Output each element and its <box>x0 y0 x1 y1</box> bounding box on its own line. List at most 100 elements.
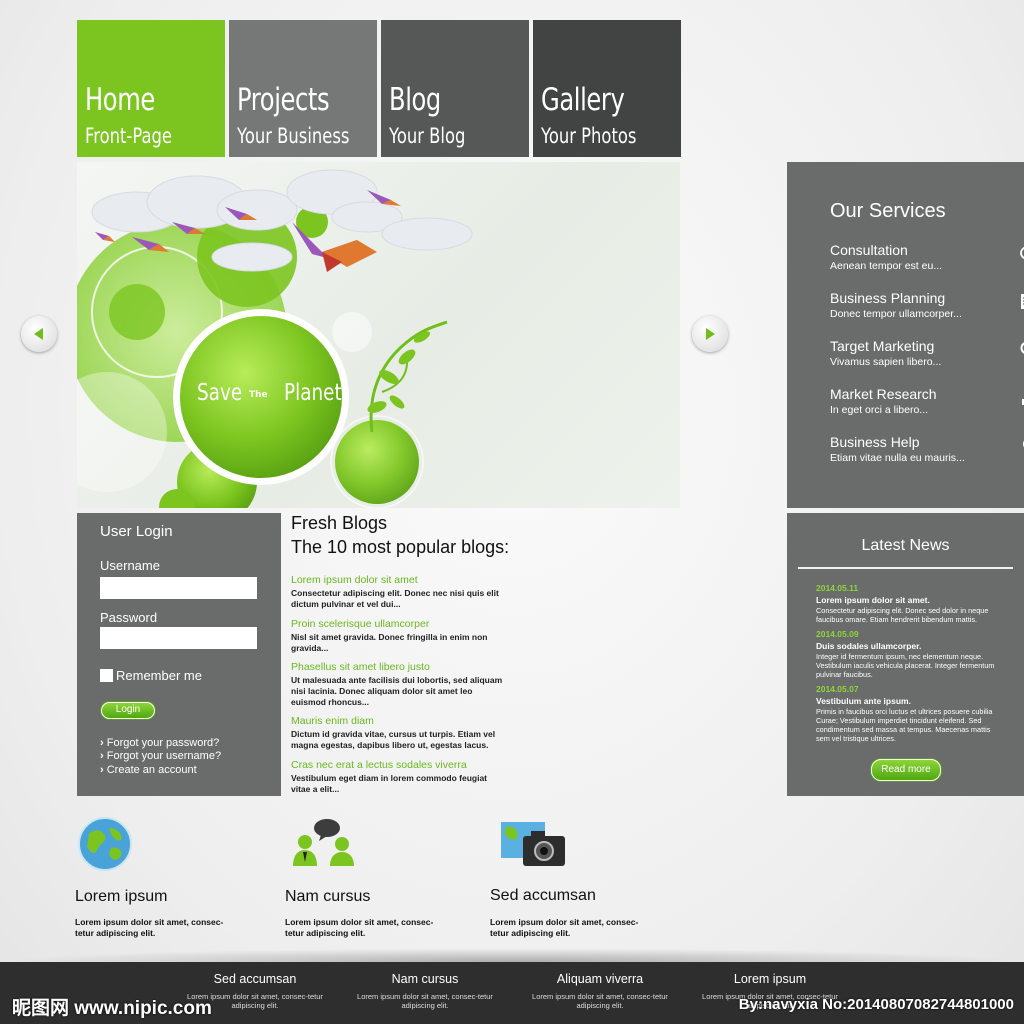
hero-text-planet: Planet <box>284 380 342 406</box>
blog-item-title[interactable]: Lorem ipsum dolor sit amet <box>291 574 506 586</box>
service-name: Market Research <box>830 386 937 402</box>
footer-column-desc: Lorem ipsum dolor sit amet, consec-tetur… <box>532 992 668 1010</box>
blog-item-text: Nisl sit amet gravida. Donec fringilla i… <box>291 632 488 653</box>
watermark-right: By:navyxia No:20140807082744801000 <box>738 996 1014 1013</box>
people-chat-icon <box>293 819 354 866</box>
blog-item-text: Ut malesuada ante facilisis dui lobortis… <box>291 675 503 707</box>
service-desc: Aenean tempor est eu... <box>830 260 943 272</box>
nav-title: Projects <box>237 82 330 118</box>
feature-desc: Lorem ipsum dolor sit amet, consec-tetur… <box>75 917 224 938</box>
watermark-left: 昵图网 www.nipic.com <box>12 998 212 1019</box>
username-label: Username <box>100 558 160 573</box>
blog-item-title[interactable]: Proin scelerisque ullamcorper <box>291 618 506 630</box>
news-text: Primis in faucibus orci luctus et ultric… <box>816 707 993 743</box>
services-title: Our Services <box>830 200 946 222</box>
nav-subtitle: Your Business <box>237 124 350 148</box>
feature-desc: Lorem ipsum dolor sit amet, consec-tetur… <box>285 917 434 938</box>
footer-column-title: Sed accumsan <box>213 972 297 986</box>
service-name: Business Planning <box>830 290 946 306</box>
blog-item-text: Dictum id gravida vitae, cursus ut turpi… <box>291 729 496 750</box>
hero-slogan: Save The Planet <box>190 380 342 420</box>
slider-prev-button[interactable] <box>21 316 57 352</box>
login-button[interactable]: Login <box>101 702 155 719</box>
footer-shadow <box>0 948 1024 962</box>
speech-bubble-icon <box>1020 246 1024 260</box>
hero-text-the: The <box>249 390 268 400</box>
nav-subtitle: Front-Page <box>85 124 173 148</box>
nav-tile-home[interactable]: Home Front-Page <box>77 20 225 157</box>
news-headline: Vestibulum ante ipsum. <box>816 696 911 706</box>
hero-illustration <box>77 169 473 508</box>
read-more-button[interactable]: Read more <box>871 759 941 781</box>
remember-me-label: Remember me <box>116 668 202 683</box>
blog-item: Mauris enim diam Dictum id gravida vitae… <box>291 715 506 751</box>
news-headline: Duis sodales ullamcorper. <box>816 641 922 651</box>
services-panel: Our Services Consultation Aenean tempor … <box>787 162 1024 508</box>
blog-item: Phasellus sit amet libero justo Ut males… <box>291 661 506 708</box>
service-item-target-marketing[interactable]: Target Marketing Vivamus sapien libero..… <box>830 338 1024 378</box>
hero-text-save: Save <box>197 380 243 406</box>
footer-column[interactable]: Nam cursus Lorem ipsum dolor sit amet, c… <box>350 972 500 1010</box>
blog-item-text: Vestibulum eget diam in lorem commodo fe… <box>291 773 488 794</box>
service-item-consultation[interactable]: Consultation Aenean tempor est eu... <box>830 242 1024 282</box>
nav-subtitle: Your Photos <box>541 124 637 148</box>
create-account-link[interactable]: Create an account <box>100 764 197 776</box>
service-item-business-help[interactable]: Business Help Etiam vitae nulla eu mauri… <box>830 434 1024 474</box>
footer-column-desc: Lorem ipsum dolor sit amet, consec-tetur… <box>357 992 493 1010</box>
nav-title: Gallery <box>541 82 625 118</box>
news-item[interactable]: 2014.05.11 Lorem ipsum dolor sit amet. C… <box>816 583 998 624</box>
service-desc: Donec tempor ullamcorper... <box>830 308 962 320</box>
nav-tile-gallery[interactable]: Gallery Your Photos <box>533 20 681 157</box>
blog-item-title[interactable]: Phasellus sit amet libero justo <box>291 661 506 673</box>
service-name: Business Help <box>830 434 920 450</box>
blog-item-title[interactable]: Mauris enim diam <box>291 715 506 727</box>
username-input[interactable] <box>100 577 257 599</box>
lightbulb-icon <box>1023 440 1024 448</box>
news-date: 2014.05.11 <box>816 583 859 593</box>
hero-banner: Save The Planet <box>77 162 680 508</box>
news-date: 2014.05.09 <box>816 629 859 639</box>
arrow-left-icon <box>34 328 43 340</box>
arrow-right-icon <box>706 328 715 340</box>
footer-column-title: Nam cursus <box>391 972 459 986</box>
service-item-business-planning[interactable]: Business Planning Donec tempor ullamcorp… <box>830 290 1024 330</box>
blog-item: Cras nec erat a lectus sodales viverra V… <box>291 759 506 795</box>
news-headline: Lorem ipsum dolor sit amet. <box>816 595 930 605</box>
service-desc: Etiam vitae nulla eu mauris... <box>830 452 965 464</box>
nav-title: Home <box>85 82 155 118</box>
forgot-username-link[interactable]: Forgot your username? <box>100 750 221 762</box>
nav-tile-projects[interactable]: Projects Your Business <box>229 20 377 157</box>
news-text: Consectetur adipiscing elit. Donec sed d… <box>816 606 989 624</box>
blogs-subtitle: The 10 most popular blogs: <box>291 537 510 557</box>
remember-me-checkbox[interactable] <box>100 669 113 682</box>
footer-column-title: Aliquam viverra <box>556 972 644 986</box>
document-pen-icon <box>1021 294 1024 309</box>
slider-next-button[interactable] <box>692 316 728 352</box>
forgot-password-link[interactable]: Forgot your password? <box>100 737 220 749</box>
news-item[interactable]: 2014.05.07 Vestibulum ante ipsum. Primis… <box>816 684 998 743</box>
footer-column-title: Lorem ipsum <box>733 972 807 986</box>
footer-column[interactable]: Aliquam viverra Lorem ipsum dolor sit am… <box>525 972 675 1010</box>
feature-title: Nam cursus <box>285 888 371 905</box>
news-title: Latest News <box>861 537 950 554</box>
feature-title: Lorem ipsum <box>75 888 168 905</box>
news-text: Integer id fermentum ipsum, nec elementu… <box>816 652 995 679</box>
news-item[interactable]: 2014.05.09 Duis sodales ullamcorper. Int… <box>816 629 998 679</box>
magnifier-icon <box>1020 342 1024 354</box>
blog-item: Proin scelerisque ullamcorper Nisl sit a… <box>291 618 506 654</box>
service-item-market-research[interactable]: Market Research In eget orci a libero... <box>830 386 1024 426</box>
nav-tile-blog[interactable]: Blog Your Blog <box>381 20 529 157</box>
nav-title: Blog <box>389 82 441 118</box>
feature-title: Sed accumsan <box>490 887 596 904</box>
password-input[interactable] <box>100 627 257 649</box>
service-desc: Vivamus sapien libero... <box>830 356 942 368</box>
bar-chart-icon <box>1022 399 1024 405</box>
password-label: Password <box>100 610 158 625</box>
service-desc: In eget orci a libero... <box>830 404 929 416</box>
blog-item-title[interactable]: Cras nec erat a lectus sodales viverra <box>291 759 506 771</box>
news-divider <box>798 567 1013 569</box>
globe-icon <box>78 817 132 871</box>
service-name: Consultation <box>830 242 908 258</box>
nav-subtitle: Your Blog <box>389 124 466 148</box>
news-date: 2014.05.07 <box>816 684 859 694</box>
